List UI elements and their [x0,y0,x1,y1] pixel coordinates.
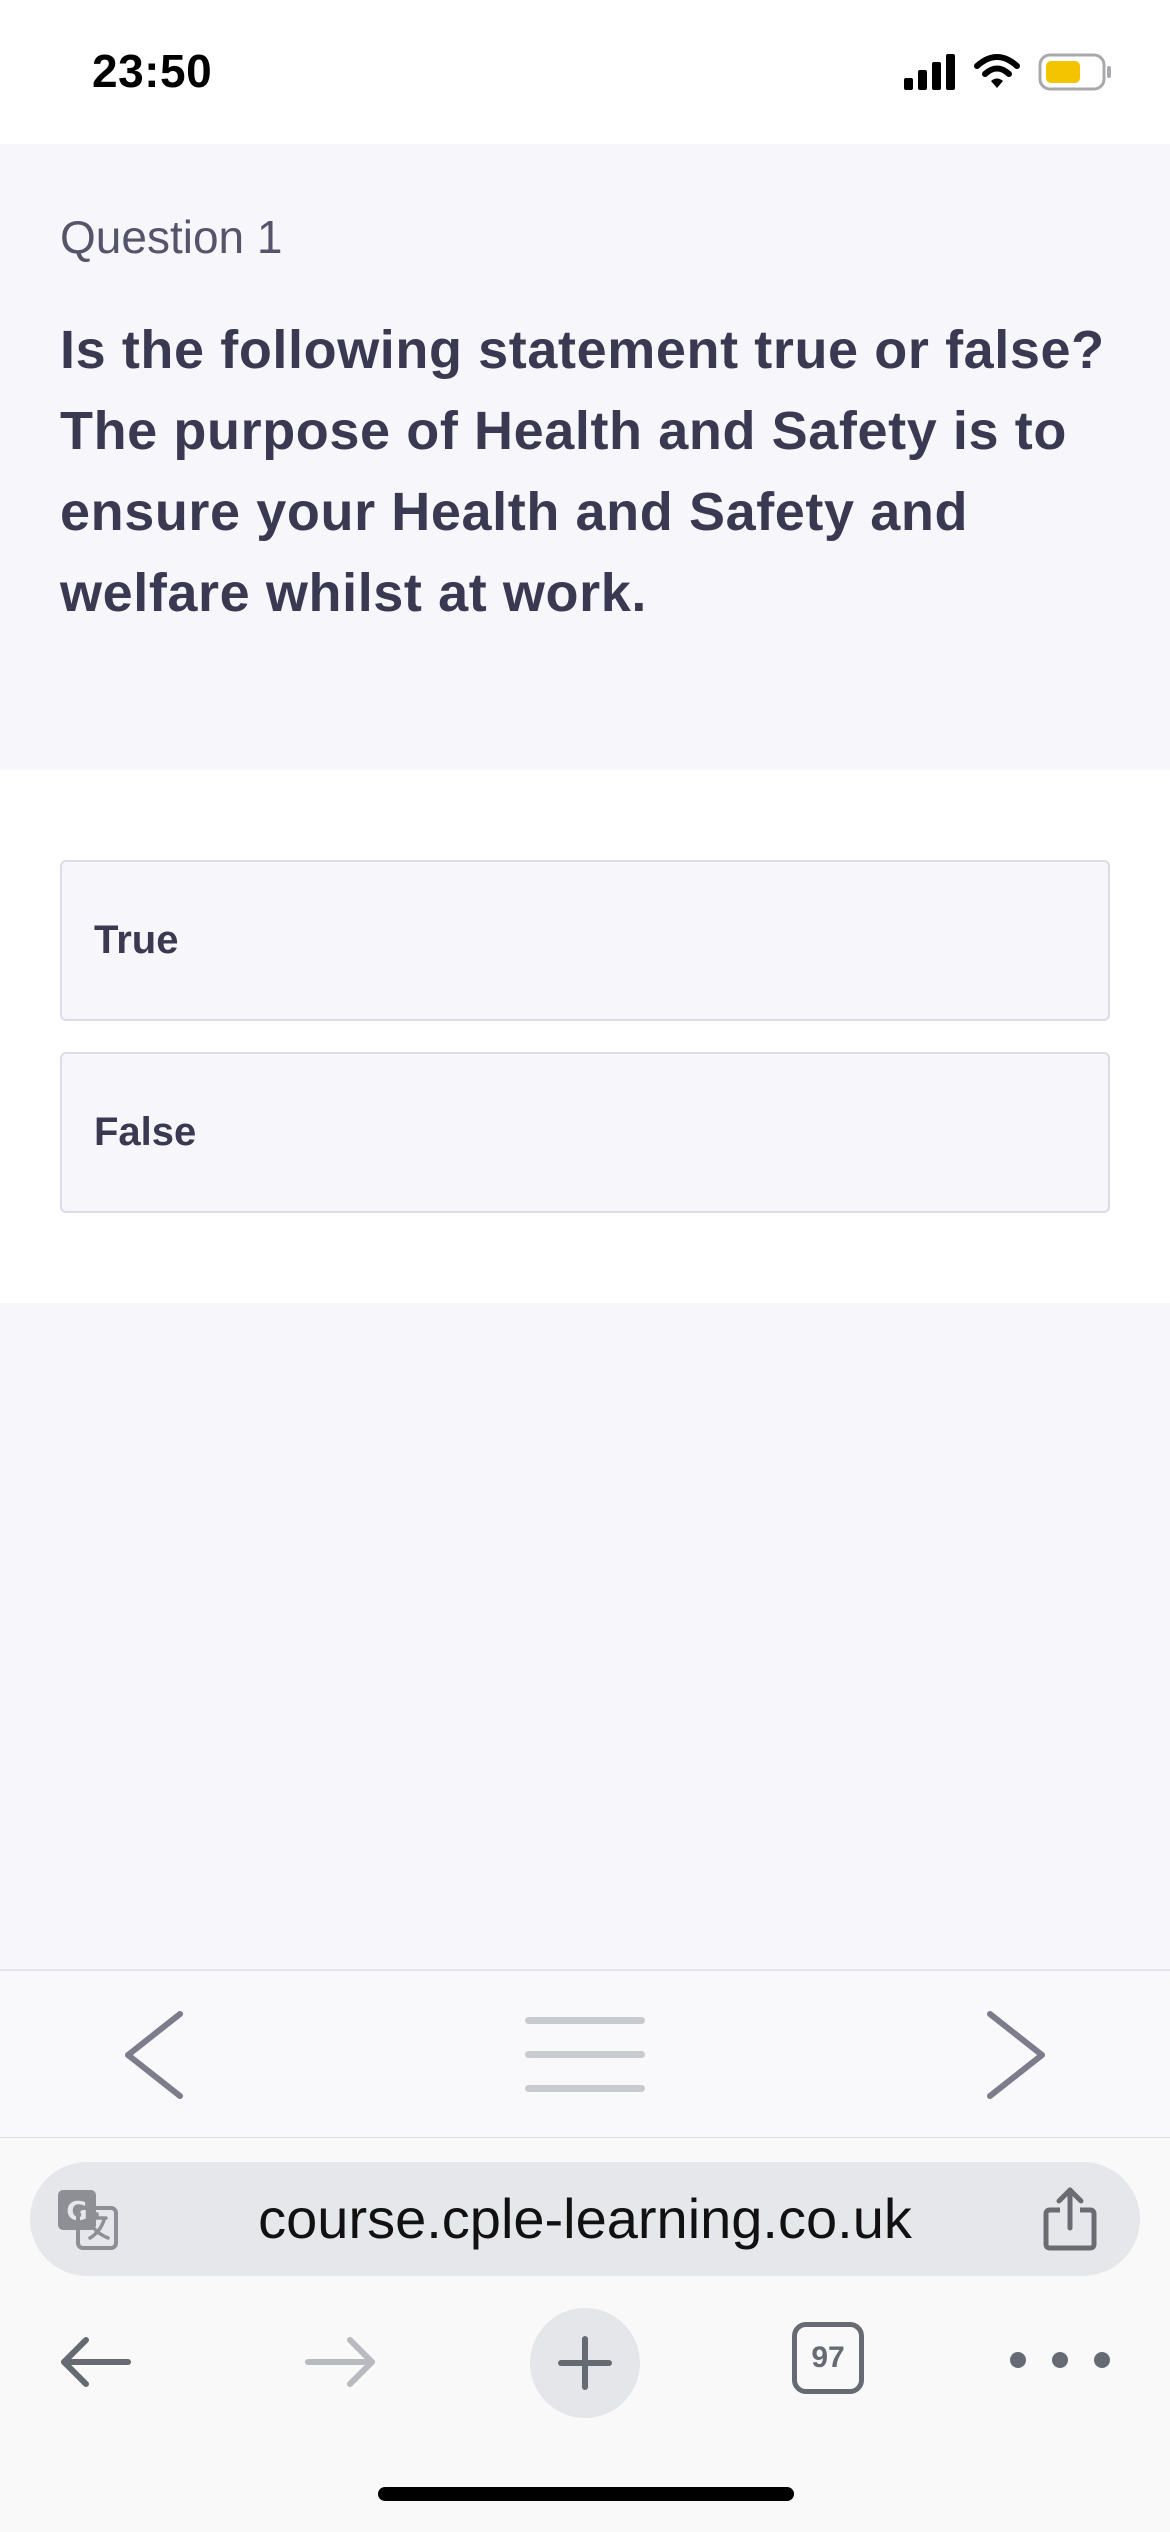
browser-back-button[interactable] [56,2322,136,2402]
more-icon-dot [1094,2352,1110,2368]
chevron-left-icon [125,2011,183,2099]
chevron-right-icon [987,2011,1045,2099]
content-area [0,1303,1170,1969]
next-button[interactable] [970,2000,1060,2110]
wifi-icon [974,54,1020,88]
lesson-menu-button[interactable] [520,2005,650,2105]
answer-option-true[interactable]: True [60,860,1110,1021]
answer-option-label: False [94,1110,197,1154]
menu-icon [525,2017,645,2092]
cellular-signal-icon [904,54,955,90]
tab-count: 97 [811,2341,845,2374]
back-arrow-icon [61,2337,131,2387]
previous-button[interactable] [110,2000,200,2110]
question-text: Is the following statement true or false… [60,320,1105,623]
share-button[interactable] [1040,2186,1100,2252]
battery-icon [1038,53,1111,91]
question-number: Question 1 [60,211,283,263]
more-button[interactable] [1010,2335,1110,2385]
share-icon [1043,2187,1097,2251]
status-time: 23:50 [92,45,213,97]
answer-option-label: True [94,918,179,962]
forward-arrow-icon [305,2337,375,2387]
answer-options: True False [60,860,1110,1244]
new-tab-button[interactable] [530,2308,640,2418]
home-indicator [378,2487,794,2501]
more-icon [1010,2352,1026,2368]
url-text: course.cple-learning.co.uk [258,2187,912,2250]
browser-forward-button[interactable] [300,2322,380,2402]
status-icons [904,52,1114,92]
answer-option-false[interactable]: False [60,1052,1110,1213]
tab-switcher-button[interactable]: 97 [792,2322,864,2394]
more-icon-dot [1052,2352,1068,2368]
plus-icon [558,2336,612,2390]
